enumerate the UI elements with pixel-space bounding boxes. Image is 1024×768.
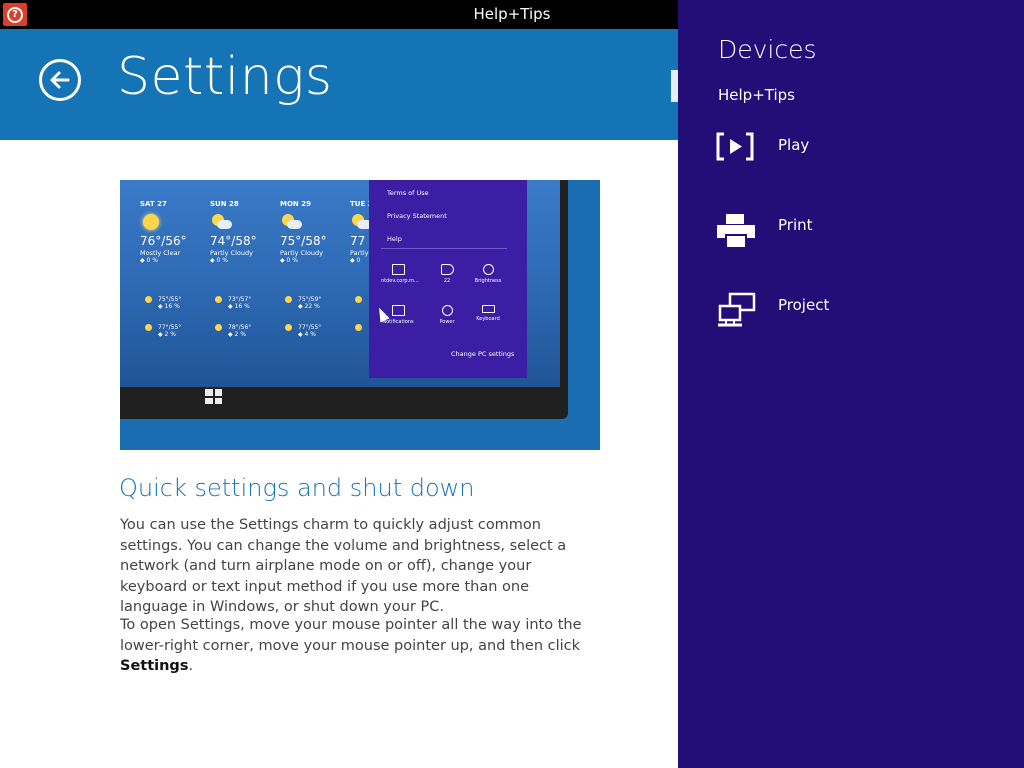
charm-link: Privacy Statement bbox=[387, 212, 447, 220]
help-tips-window: ? Help+Tips Settings SAT 27 76°/56° Most… bbox=[0, 0, 1024, 768]
power-tile: Power bbox=[430, 305, 464, 325]
forecast-row: 77°/55° ◆ 4 % bbox=[285, 324, 321, 338]
windows-logo-icon bbox=[205, 389, 222, 404]
weather-day: MON 29 75°/58° Partly Cloudy ◆ 0 % bbox=[280, 200, 327, 264]
network-icon bbox=[391, 264, 405, 275]
keyboard-tile: Keyboard bbox=[471, 305, 505, 322]
volume-icon bbox=[440, 264, 454, 275]
sun-icon bbox=[143, 214, 159, 230]
brightness-tile: Brightness bbox=[471, 264, 505, 284]
network-tile: ntdev.corp.m... bbox=[381, 264, 419, 284]
notifications-icon bbox=[391, 305, 405, 316]
settings-charm-panel: Terms of Use Privacy Statement Help ntde… bbox=[369, 180, 527, 378]
weather-day: SUN 28 74°/58° Partly Cloudy ◆ 0 % bbox=[210, 200, 257, 264]
device-print[interactable]: Print bbox=[716, 210, 956, 258]
forecast-row bbox=[355, 324, 368, 331]
body-paragraph: To open Settings, move your mouse pointe… bbox=[120, 617, 582, 674]
settings-emphasis: Settings bbox=[120, 658, 189, 674]
charm-link: Terms of Use bbox=[387, 189, 429, 197]
forecast-row bbox=[355, 296, 368, 303]
page-header: Settings bbox=[0, 29, 678, 140]
device-label: Project bbox=[778, 296, 830, 314]
scroll-indicator bbox=[671, 70, 678, 102]
flyout-title: Devices bbox=[718, 35, 817, 64]
body-paragraph: You can use the Settings charm to quickl… bbox=[120, 517, 567, 615]
power-icon bbox=[441, 305, 453, 316]
partly-cloudy-icon bbox=[210, 214, 232, 230]
device-play[interactable]: Play bbox=[716, 130, 956, 178]
section-heading: Quick settings and shut down bbox=[119, 474, 475, 502]
tablet-frame: SAT 27 76°/56° Mostly Clear ◆ 0 % SUN 28… bbox=[120, 180, 568, 419]
page-title: Settings bbox=[117, 47, 333, 107]
partly-cloudy-icon bbox=[280, 214, 302, 230]
back-button[interactable] bbox=[39, 59, 81, 101]
settings-charm-illustration: SAT 27 76°/56° Mostly Clear ◆ 0 % SUN 28… bbox=[120, 180, 600, 450]
flyout-subtitle: Help+Tips bbox=[718, 86, 795, 104]
play-to-device-icon bbox=[716, 132, 754, 161]
device-project[interactable]: Project bbox=[716, 290, 956, 338]
device-label: Print bbox=[778, 216, 813, 234]
forecast-row: 73°/57° ◆ 16 % bbox=[215, 296, 251, 310]
back-arrow-icon bbox=[50, 71, 70, 89]
printer-icon bbox=[717, 214, 755, 249]
forecast-row: 75°/59° ◆ 22 % bbox=[285, 296, 321, 310]
devices-flyout: Devices Help+Tips Play Print Project bbox=[678, 0, 1024, 768]
project-screen-icon bbox=[718, 292, 756, 327]
change-pc-settings-link: Change PC settings bbox=[451, 350, 515, 358]
forecast-row: 78°/56° ◆ 2 % bbox=[215, 324, 251, 338]
brightness-icon bbox=[482, 264, 494, 275]
tablet-screen: SAT 27 76°/56° Mostly Clear ◆ 0 % SUN 28… bbox=[120, 180, 560, 387]
forecast-row: 75°/55° ◆ 16 % bbox=[145, 296, 181, 310]
charm-link: Help bbox=[387, 235, 402, 243]
volume-tile: 22 bbox=[430, 264, 464, 284]
keyboard-icon bbox=[481, 305, 495, 313]
forecast-row: 77°/55° ◆ 2 % bbox=[145, 324, 181, 338]
device-label: Play bbox=[778, 136, 810, 154]
weather-day: SAT 27 76°/56° Mostly Clear ◆ 0 % bbox=[140, 200, 187, 264]
